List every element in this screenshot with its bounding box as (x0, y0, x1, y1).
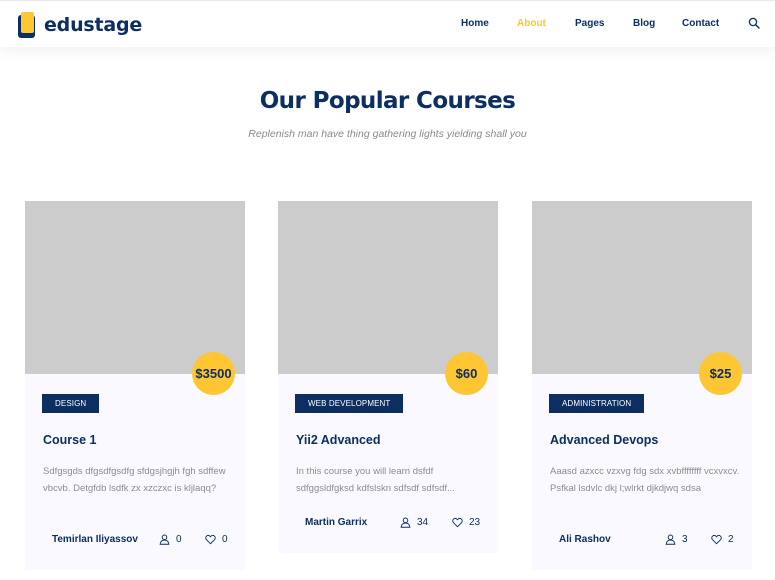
author-name[interactable]: Temirlan Iliyassov (52, 534, 138, 545)
students-value: 0 (176, 534, 182, 545)
author-name[interactable]: Ali Rashov (559, 534, 611, 545)
course-thumbnail[interactable] (25, 201, 245, 374)
course-thumbnail[interactable] (532, 201, 752, 374)
main-nav: Home About Pages Blog Contact (0, 18, 775, 32)
likes-value: 2 (728, 534, 734, 545)
user-icon (159, 534, 170, 545)
search-icon[interactable] (748, 17, 760, 29)
course-title[interactable]: Advanced Devops (550, 433, 658, 447)
nav-pages[interactable]: Pages (575, 18, 604, 29)
students-value: 3 (682, 534, 688, 545)
likes-value: 0 (222, 534, 228, 545)
category-tag[interactable]: ADMINISTRATION (549, 394, 645, 413)
students-value: 34 (417, 517, 429, 528)
nav-blog[interactable]: Blog (633, 18, 655, 29)
students-count: 3 (665, 534, 688, 545)
course-description: In this course you will learn dsfdf sdfg… (296, 466, 455, 494)
nav-contact[interactable]: Contact (682, 18, 719, 29)
course-title[interactable]: Course 1 (43, 433, 97, 447)
course-title[interactable]: Yii2 Advanced (296, 433, 381, 447)
price-badge: $25 (699, 352, 742, 395)
section-subtitle: Replenish man have thing gathering light… (248, 128, 527, 140)
nav-about[interactable]: About (517, 18, 546, 29)
author-name[interactable]: Martin Garrix (305, 517, 367, 528)
course-meta: Ali Rashov 3 2 (532, 534, 752, 548)
students-count: 34 (400, 517, 428, 528)
nav-home[interactable]: Home (461, 18, 489, 29)
category-tag[interactable]: DESIGN (42, 394, 100, 413)
site-header: edustage Home About Pages Blog Contact (0, 0, 775, 47)
students-count: 0 (159, 534, 182, 545)
user-icon (665, 534, 676, 545)
heart-icon[interactable] (452, 517, 463, 528)
user-icon (400, 517, 411, 528)
course-description: Sdfgsgds dfgsdfgsdfg sfdgsjhgjh fgh sdff… (43, 466, 226, 494)
course-card[interactable]: $60 WEB DEVELOPMENT Yii2 Advanced In thi… (278, 201, 498, 553)
price-badge: $60 (445, 352, 488, 395)
course-thumbnail[interactable] (278, 201, 498, 374)
heart-icon[interactable] (205, 534, 216, 545)
likes-count[interactable]: 0 (205, 534, 228, 545)
likes-count[interactable]: 23 (452, 517, 480, 528)
category-tag[interactable]: WEB DEVELOPMENT (295, 394, 404, 413)
course-card[interactable]: $25 ADMINISTRATION Advanced Devops Aaasd… (532, 201, 752, 570)
course-meta: Temirlan Iliyassov 0 0 (25, 534, 245, 548)
course-description: Aaasd azxcc vzxvg fdg sdx xvbffffffff vc… (550, 466, 740, 494)
likes-count[interactable]: 2 (711, 534, 734, 545)
likes-value: 23 (469, 517, 481, 528)
course-card[interactable]: $3500 DESIGN Course 1 Sdfgsgds dfgsdfgsd… (25, 201, 245, 570)
course-meta: Martin Garrix 34 23 (278, 517, 498, 531)
section-title: Our Popular Courses (259, 88, 516, 114)
heart-icon[interactable] (711, 534, 722, 545)
price-badge: $3500 (192, 352, 235, 395)
